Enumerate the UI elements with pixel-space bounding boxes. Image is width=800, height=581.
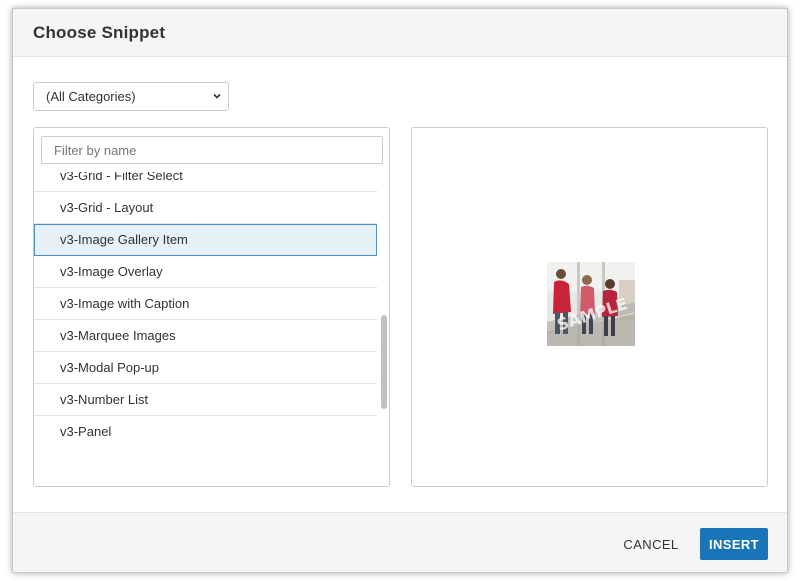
dialog-footer: CANCEL INSERT (13, 512, 787, 572)
category-select[interactable]: (All Categories) (33, 82, 229, 111)
snippet-list-item[interactable]: v3-Number List (34, 384, 377, 416)
choose-snippet-dialog: Choose Snippet (All Categories) v3-Grid … (12, 8, 788, 573)
snippet-list-item[interactable]: v3-Panel (34, 416, 377, 446)
snippet-list[interactable]: v3-Grid - Filter Select v3-Grid - Layout v… (34, 172, 377, 446)
dialog-header: Choose Snippet (13, 9, 787, 57)
dialog-title: Choose Snippet (33, 23, 166, 42)
snippet-list-item[interactable]: v3-Grid - Layout (34, 192, 377, 224)
category-select-value: (All Categories) (46, 89, 136, 104)
snippet-list-item[interactable]: v3-Grid - Filter Select (34, 172, 377, 192)
snippet-list-panel: v3-Grid - Filter Selectv3-Grid - Layoutv… (33, 127, 390, 487)
filter-input[interactable] (41, 136, 383, 164)
snippet-preview-panel: SAMPLE (411, 127, 768, 487)
scrollbar-thumb[interactable] (381, 315, 387, 409)
snippet-list-item[interactable]: v3-Image with Caption (34, 288, 377, 320)
chevron-down-icon (213, 93, 221, 99)
insert-button[interactable]: INSERT (700, 528, 768, 560)
snippet-list-item[interactable]: v3-Image Gallery Item (34, 224, 377, 256)
list-scrollbar[interactable] (378, 172, 389, 446)
photo-thumbnail-icon: SAMPLE (547, 262, 635, 346)
cancel-button[interactable]: CANCEL (611, 529, 691, 559)
snippet-list-item[interactable]: v3-Image Overlay (34, 256, 377, 288)
snippet-list-item[interactable]: v3-Modal Pop-up (34, 352, 377, 384)
snippet-list-item[interactable]: v3-Marquee Images (34, 320, 377, 352)
